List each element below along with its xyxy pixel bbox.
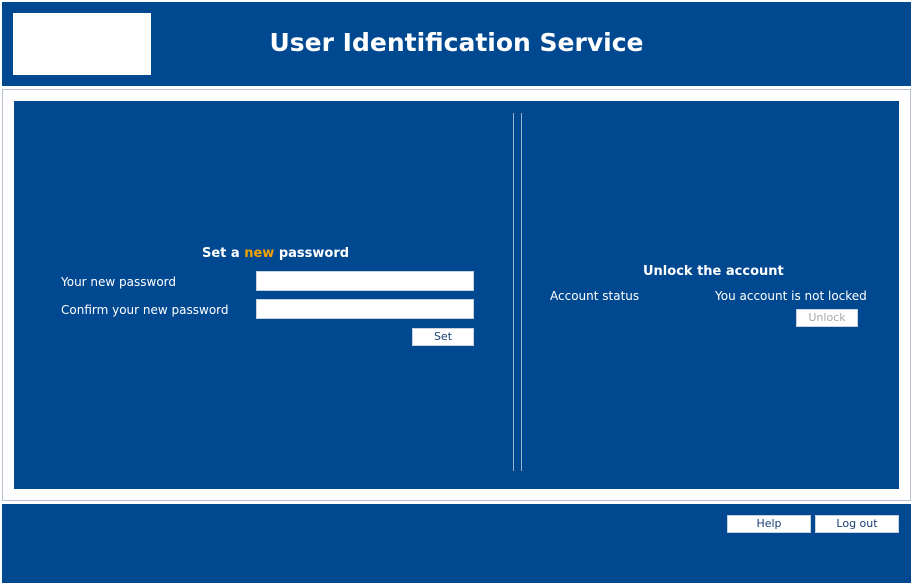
- unlock-account-title: Unlock the account: [643, 264, 784, 279]
- account-status-label: Account status: [550, 289, 640, 303]
- help-button[interactable]: Help: [727, 515, 811, 533]
- confirm-password-label: Confirm your new password: [61, 303, 229, 317]
- page-title: User Identification Service: [269, 28, 644, 57]
- page: User Identification Service Set a new pa…: [0, 0, 913, 585]
- new-password-input[interactable]: [256, 271, 474, 291]
- set-password-title-highlight: new: [244, 246, 275, 261]
- header: User Identification Service: [2, 2, 911, 86]
- footer: Help Log out: [2, 504, 911, 583]
- set-password-title-suffix: password: [274, 246, 350, 261]
- confirm-password-input[interactable]: [256, 299, 474, 319]
- new-password-label: Your new password: [61, 275, 177, 289]
- content-panel: Set a new password Your new password Con…: [14, 101, 899, 489]
- logout-button[interactable]: Log out: [815, 515, 899, 533]
- set-password-button[interactable]: Set: [412, 328, 474, 346]
- section-divider: [513, 113, 522, 471]
- set-password-title-prefix: Set a: [202, 246, 245, 261]
- unlock-button[interactable]: Unlock: [796, 309, 858, 327]
- account-status-value: You account is not locked: [715, 289, 867, 303]
- set-password-title: Set a new password: [202, 246, 349, 261]
- content-frame: Set a new password Your new password Con…: [2, 89, 911, 501]
